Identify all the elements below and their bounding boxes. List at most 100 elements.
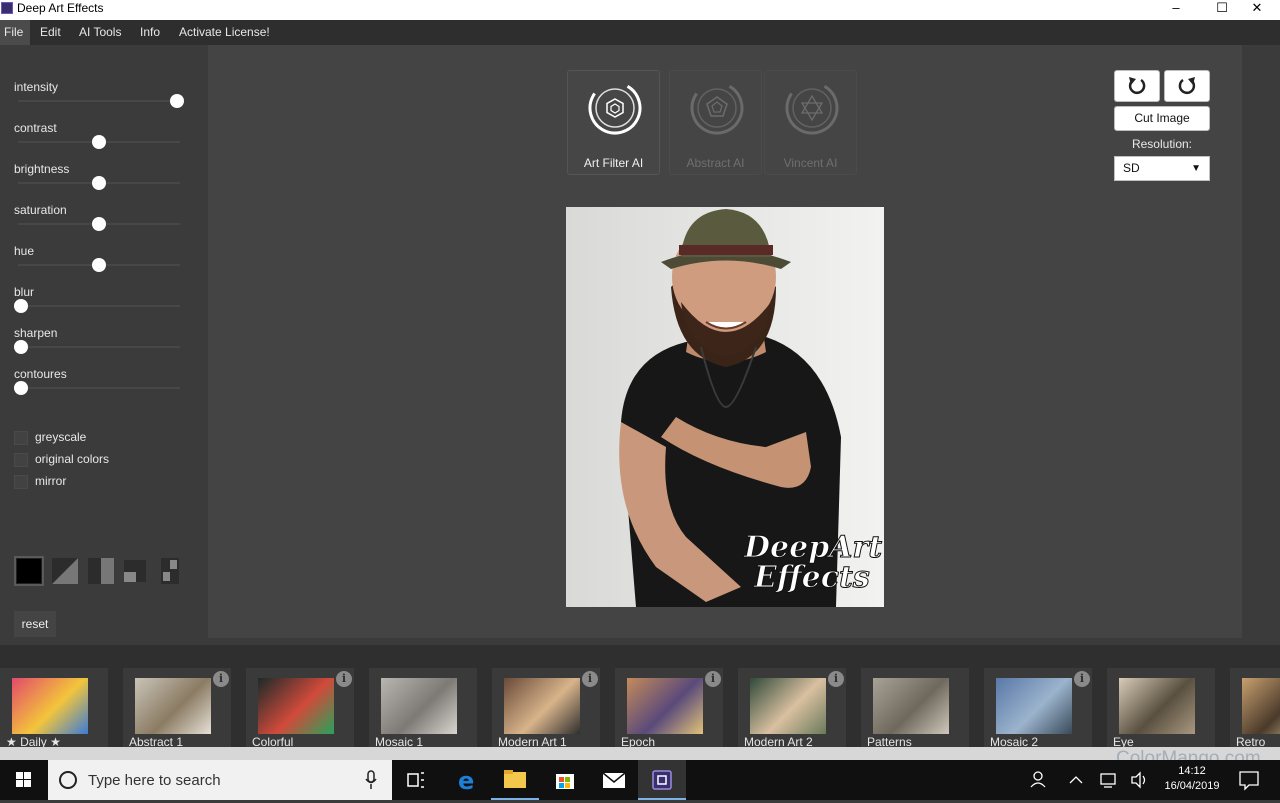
info-icon[interactable]: i — [705, 671, 721, 687]
taskbar-clock[interactable]: 14:12 16/04/2019 — [1160, 760, 1224, 800]
vertical-split-swatch[interactable] — [86, 556, 116, 586]
vincent-ai-label: Vincent AI — [783, 156, 838, 170]
deep-art-effects-app-icon — [652, 770, 672, 790]
volume-icon[interactable] — [1128, 760, 1150, 800]
slider-handle-hue[interactable] — [92, 258, 106, 272]
close-button[interactable]: ✕ — [1234, 0, 1280, 20]
file-explorer-button[interactable] — [491, 760, 539, 800]
windows-start-button[interactable] — [0, 760, 48, 800]
menu-activate-license[interactable]: Activate License! — [179, 20, 270, 45]
filter-thumbnail — [1119, 678, 1195, 734]
adjustments-sidebar: reset intensity contrast brightness saturat… — [0, 45, 208, 645]
taskbar-search-box[interactable]: Type here to search — [48, 760, 392, 800]
gallery-scrollbar[interactable] — [0, 747, 1280, 760]
reset-button[interactable]: reset — [14, 611, 56, 637]
info-icon[interactable]: i — [1074, 671, 1090, 687]
info-icon[interactable]: i — [828, 671, 844, 687]
filter-item-retro[interactable]: Retro — [1230, 668, 1280, 754]
grid-split-swatch[interactable] — [155, 556, 185, 586]
task-view-icon — [407, 772, 424, 788]
slider-handle-saturation[interactable] — [92, 217, 106, 231]
checkbox-mirror[interactable] — [14, 475, 28, 489]
diagonal-split-swatch[interactable] — [50, 556, 80, 586]
filter-item-daily[interactable]: ★ Daily ★ — [0, 668, 108, 754]
clock-date: 16/04/2019 — [1164, 780, 1220, 792]
filter-thumbnail — [12, 678, 88, 734]
minimize-button[interactable]: – — [1153, 0, 1199, 20]
filter-item-mosaic-2[interactable]: Mosaic 2i — [984, 668, 1092, 754]
slider-track-intensity[interactable] — [18, 100, 180, 102]
svg-text:e: e — [458, 767, 474, 795]
checkbox-greyscale[interactable] — [14, 431, 28, 445]
filter-thumbnail — [135, 678, 211, 734]
deep-art-effects-taskbar-button[interactable] — [638, 760, 686, 800]
cut-image-button[interactable]: Cut Image — [1114, 106, 1210, 131]
abstract-ai-button[interactable]: Abstract AI — [669, 70, 762, 175]
edge-browser-button[interactable]: e — [443, 760, 491, 800]
filter-item-epoch[interactable]: Epoch i — [615, 668, 723, 754]
task-view-button[interactable] — [392, 760, 440, 800]
redo-icon — [1178, 77, 1196, 95]
menu-ai-tools[interactable]: AI Tools — [79, 20, 121, 45]
slider-handle-intensity[interactable] — [170, 94, 184, 108]
black-frame-swatch[interactable] — [14, 556, 44, 586]
filter-item-modern-art-2[interactable]: Modern Art 2i — [738, 668, 846, 754]
corner-split-swatch[interactable] — [120, 556, 150, 586]
slider-label-hue: hue — [14, 244, 35, 258]
chevron-up-icon[interactable] — [1066, 760, 1086, 800]
checkbox-label-original-colors: original colors — [35, 452, 110, 466]
filter-thumbnail — [258, 678, 334, 734]
resolution-select[interactable]: SD ▼ — [1114, 156, 1210, 181]
notifications-icon[interactable] — [1234, 760, 1264, 800]
title-bar: Deep Art Effects – ☐ ✕ — [0, 0, 1280, 20]
menu-bar: File Edit AI Tools Info Activate License… — [0, 20, 1280, 45]
mail-icon — [602, 772, 626, 788]
folder-icon — [504, 770, 526, 788]
network-icon[interactable] — [1098, 760, 1120, 800]
filter-item-abstract-1[interactable]: Abstract 1i — [123, 668, 231, 754]
art-filter-ai-icon — [588, 81, 642, 135]
art-filter-ai-label: Art Filter AI — [583, 156, 644, 170]
main-photo: DeepArt Effects — [566, 207, 884, 607]
checkbox-original-colors[interactable] — [14, 453, 28, 467]
resolution-value: SD — [1123, 161, 1140, 175]
info-icon[interactable]: i — [336, 671, 352, 687]
slider-track-sharpen[interactable] — [18, 346, 180, 348]
slider-label-saturation: saturation — [14, 203, 67, 217]
menu-edit[interactable]: Edit — [40, 20, 61, 45]
vincent-ai-button[interactable]: Vincent AI — [764, 70, 857, 175]
filter-thumbnail — [1242, 678, 1280, 734]
menu-info[interactable]: Info — [140, 20, 160, 45]
store-button[interactable] — [541, 760, 589, 800]
slider-handle-sharpen[interactable] — [14, 340, 28, 354]
filter-item-patterns[interactable]: Patterns — [861, 668, 969, 754]
filter-thumbnail — [996, 678, 1072, 734]
chevron-down-icon: ▼ — [1191, 163, 1201, 174]
filter-thumbnail — [750, 678, 826, 734]
menu-file[interactable]: File — [0, 20, 30, 45]
slider-handle-blur[interactable] — [14, 299, 28, 313]
undo-button[interactable] — [1114, 70, 1160, 102]
clock-time: 14:12 — [1178, 765, 1206, 777]
slider-handle-contoures[interactable] — [14, 381, 28, 395]
people-icon[interactable] — [1026, 760, 1050, 800]
slider-label-sharpen: sharpen — [14, 326, 58, 340]
mail-button[interactable] — [590, 760, 638, 800]
checkbox-label-mirror: mirror — [35, 474, 67, 488]
info-icon[interactable]: i — [582, 671, 598, 687]
redo-button[interactable] — [1164, 70, 1210, 102]
slider-track-blur[interactable] — [18, 305, 180, 307]
filter-item-mosaic-1[interactable]: Mosaic 1 — [369, 668, 477, 754]
windows-taskbar: Type here to search e 14:12 16/04/2019 — [0, 760, 1280, 800]
slider-handle-contrast[interactable] — [92, 135, 106, 149]
art-filter-ai-button[interactable]: Art Filter AI — [567, 70, 660, 175]
filter-thumbnail — [504, 678, 580, 734]
slider-track-contoures[interactable] — [18, 387, 180, 389]
filter-item-modern-art-1[interactable]: Modern Art 1i — [492, 668, 600, 754]
info-icon[interactable]: i — [213, 671, 229, 687]
filter-item-eye[interactable]: Eye — [1107, 668, 1215, 754]
right-panel-background — [1242, 45, 1280, 638]
abstract-ai-label: Abstract AI — [686, 156, 745, 170]
slider-handle-brightness[interactable] — [92, 176, 106, 190]
filter-item-colorful[interactable]: Colorful i — [246, 668, 354, 754]
